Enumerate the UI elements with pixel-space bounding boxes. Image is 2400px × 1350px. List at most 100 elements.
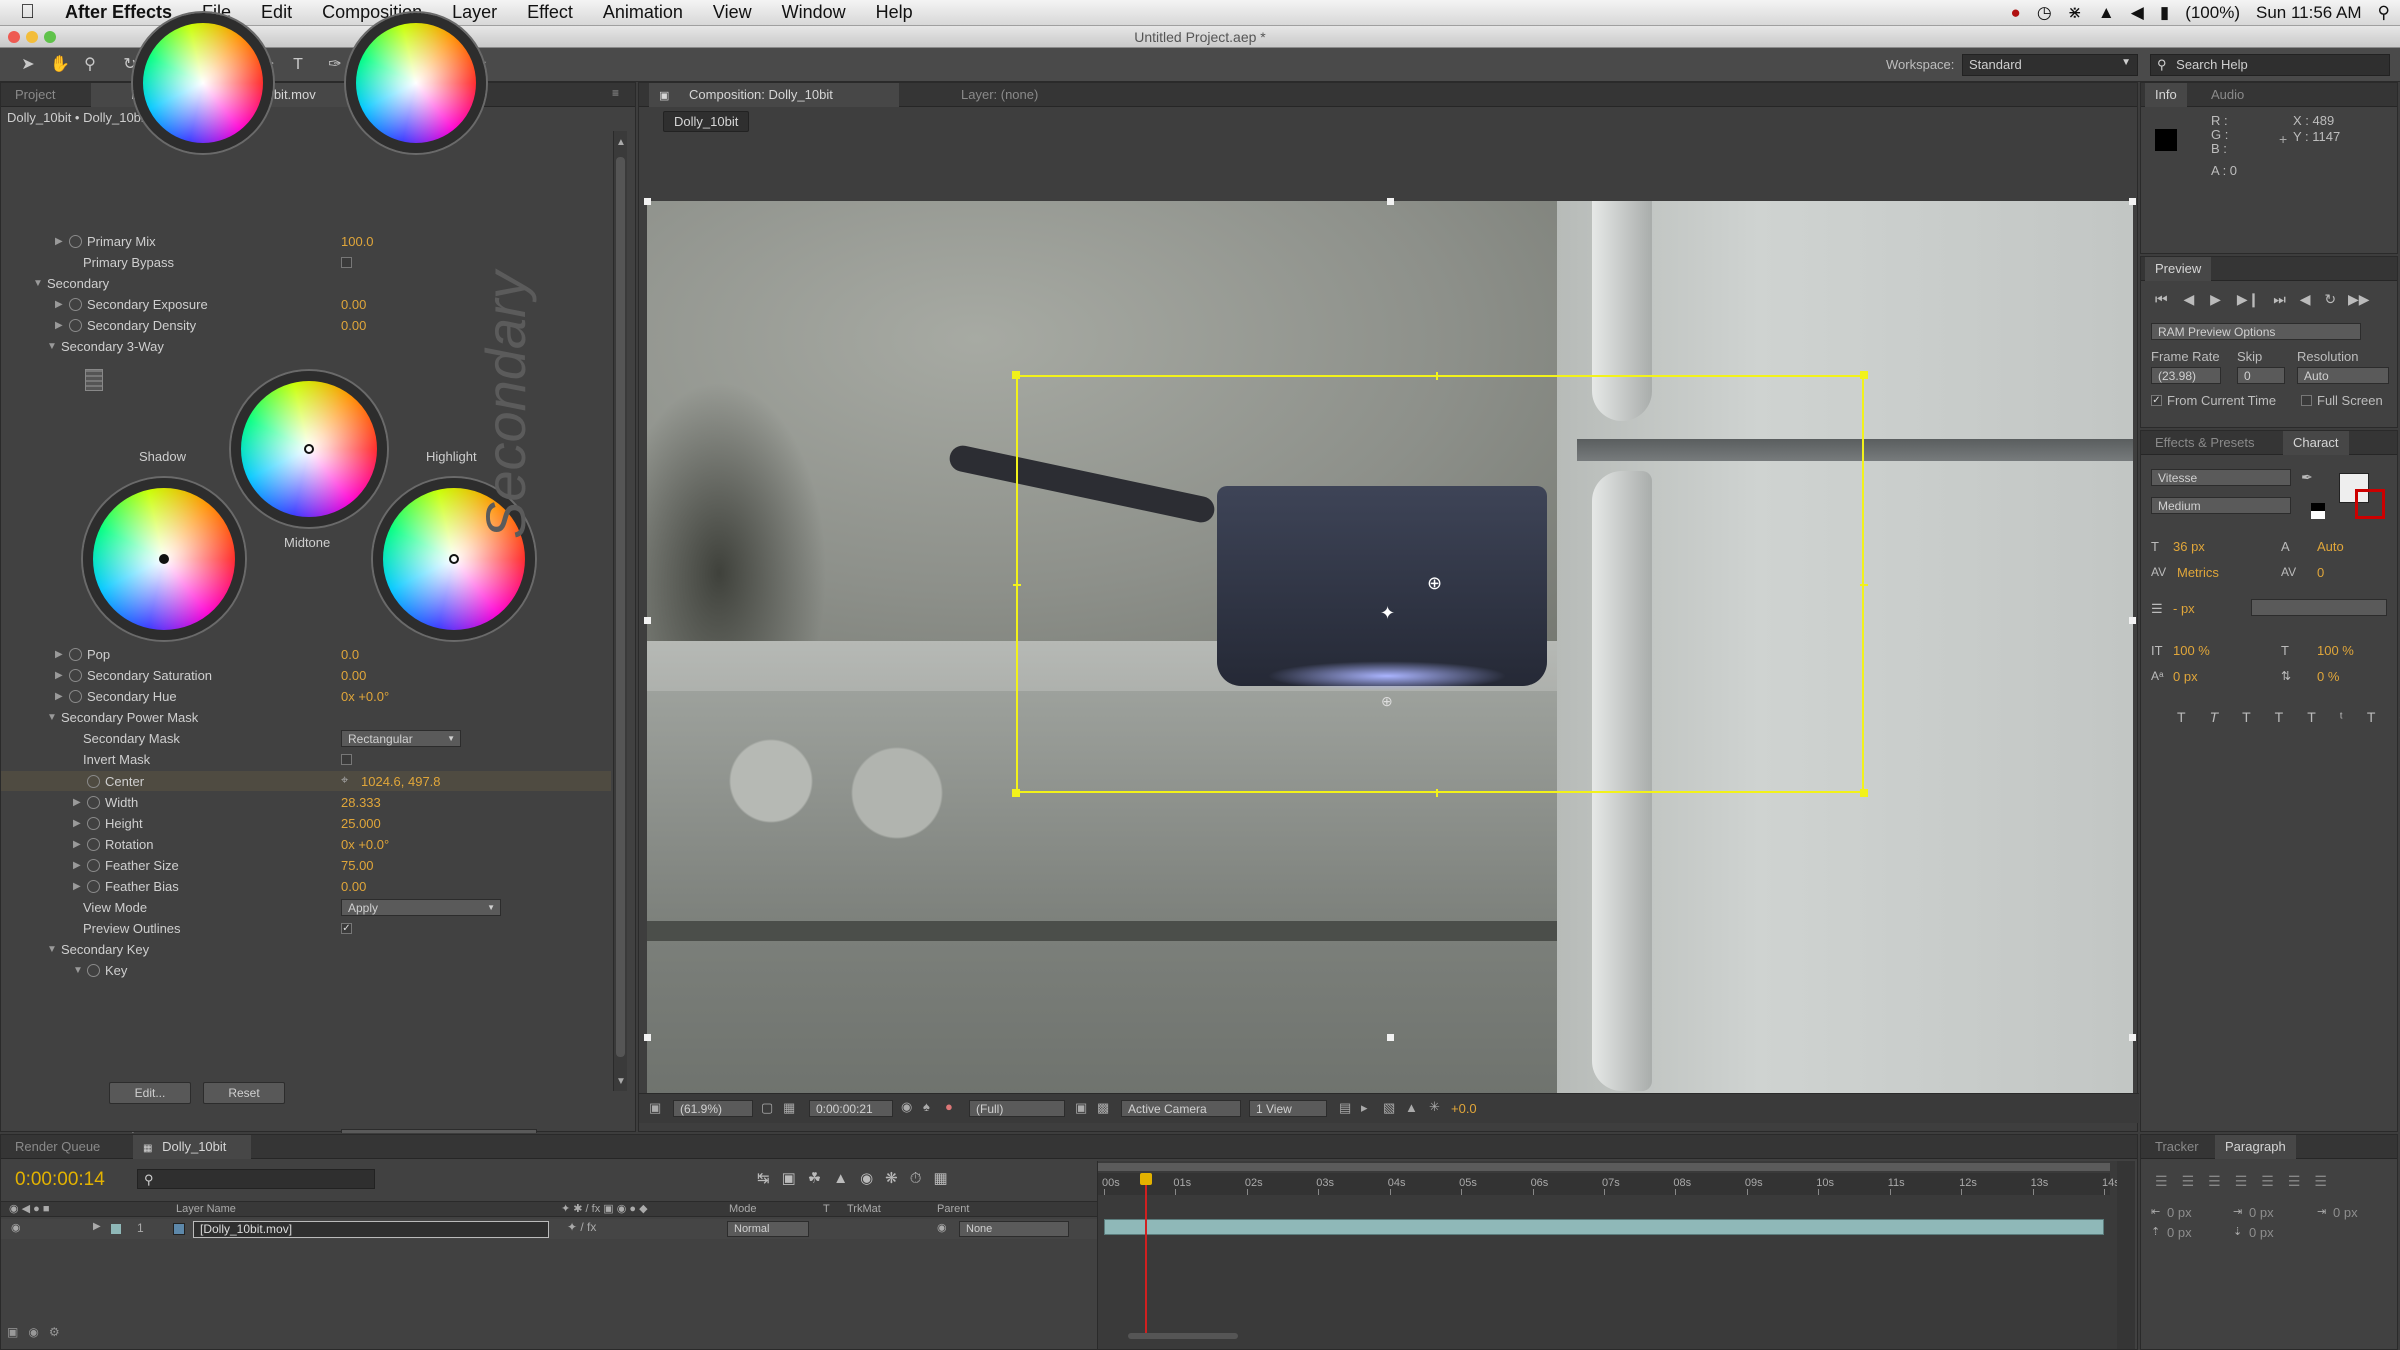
prev-frame-icon[interactable]: ◀ xyxy=(2184,291,2195,307)
layer-parent-dropdown[interactable]: None xyxy=(959,1221,1069,1237)
zoom-window-icon[interactable] xyxy=(44,31,56,43)
layer-handle-tl[interactable] xyxy=(644,198,651,205)
menu-window[interactable]: Window xyxy=(782,2,846,23)
bluetooth-icon[interactable]: ⋇ xyxy=(2068,3,2082,23)
secondary-exposure-expand-arrow[interactable]: ▶ xyxy=(55,299,63,310)
rotation-expand-arrow[interactable]: ▶ xyxy=(73,839,81,850)
zoom-tool-icon[interactable]: ⚲ xyxy=(80,55,100,75)
align-left-icon[interactable]: ☰ xyxy=(2155,1173,2182,1189)
width-expand-arrow[interactable]: ▶ xyxy=(73,797,81,808)
layer-name-field[interactable]: [Dolly_10bit.mov] xyxy=(193,1221,549,1238)
mask-center-crosshair-icon[interactable]: ⊕ xyxy=(1427,573,1442,594)
align-right-icon[interactable]: ☰ xyxy=(2208,1173,2235,1189)
motion-blur-icon[interactable]: ◉ xyxy=(860,1170,885,1187)
safe-margins-icon[interactable]: ▢ xyxy=(761,1100,773,1116)
layer-duration-bar[interactable] xyxy=(1104,1219,2104,1235)
secondary-mask-dropdown[interactable]: Rectangular ▼ xyxy=(341,730,461,747)
secondary-density-expand-arrow[interactable]: ▶ xyxy=(55,320,63,331)
mask-handle-mr[interactable] xyxy=(1860,584,1868,586)
small-caps-icon[interactable]: Tᵗ xyxy=(2307,709,2367,725)
tab-layer[interactable]: Layer: (none) xyxy=(951,83,1048,107)
status-app-icon[interactable]: ● xyxy=(2011,3,2021,23)
draft-3d-icon[interactable]: ▣ xyxy=(782,1170,808,1187)
transparency-grid-icon[interactable]: ▩ xyxy=(1097,1100,1109,1116)
layer-handle-tc[interactable] xyxy=(1387,198,1394,205)
stroke-width-value[interactable]: - px xyxy=(2173,601,2195,616)
layer-expand-icon[interactable]: ▶ xyxy=(93,1221,101,1232)
show-snapshot-icon[interactable]: ♠ xyxy=(923,1099,930,1114)
faux-italic-icon[interactable]: T xyxy=(2210,709,2243,725)
faux-bold-icon[interactable]: T xyxy=(2177,709,2210,725)
secondary-power-mask-expand-arrow[interactable]: ▼ xyxy=(47,712,57,723)
layer-handle-ml[interactable] xyxy=(644,617,651,624)
align-center-icon[interactable]: ☰ xyxy=(2182,1173,2209,1189)
view-mode-dropdown[interactable]: Apply ▼ xyxy=(341,899,501,916)
timeline-timecode[interactable]: 0:00:00:14 xyxy=(15,1169,105,1191)
menu-effect[interactable]: Effect xyxy=(527,2,573,23)
shadow-color-wheel[interactable] xyxy=(83,478,245,640)
tab-audio[interactable]: Audio xyxy=(2201,83,2254,107)
timeline-icon[interactable]: ▧ xyxy=(1383,1100,1395,1116)
loop-icon[interactable]: ↻ xyxy=(2324,291,2336,307)
font-size-value[interactable]: 36 px xyxy=(2173,539,2205,554)
tracking-value[interactable]: 0 xyxy=(2317,565,2324,580)
search-help-field[interactable]: ⚲ Search Help xyxy=(2150,54,2390,76)
close-window-icon[interactable] xyxy=(8,31,20,43)
flowchart-icon[interactable]: ▲ xyxy=(1405,1100,1418,1115)
pop-expand-arrow[interactable]: ▶ xyxy=(55,649,63,660)
tab-tracker[interactable]: Tracker xyxy=(2145,1135,2209,1159)
frame-blending-icon[interactable]: ▲ xyxy=(833,1170,860,1187)
highlight-wheel-pointer[interactable] xyxy=(449,554,459,564)
midtone-wheel-pointer[interactable] xyxy=(304,444,314,454)
pop-value[interactable]: 0.0 xyxy=(341,647,359,662)
feather-size-stopwatch-icon[interactable] xyxy=(87,859,100,872)
col-t[interactable]: T xyxy=(823,1203,830,1215)
key-reset-button[interactable]: Reset xyxy=(203,1082,285,1104)
time-machine-icon[interactable]: ◷ xyxy=(2037,3,2052,23)
width-value[interactable]: 28.333 xyxy=(341,795,381,810)
playhead-handle[interactable] xyxy=(1140,1173,1153,1185)
primary-mix-expand-arrow[interactable]: ▶ xyxy=(55,236,63,247)
space-after-value[interactable]: 0 px xyxy=(2249,1225,2274,1240)
horizontal-scale-value[interactable]: 100 % xyxy=(2317,643,2354,658)
menu-edit[interactable]: Edit xyxy=(261,2,292,23)
menu-layer[interactable]: Layer xyxy=(452,2,497,23)
justify-center-icon[interactable]: ☰ xyxy=(2261,1173,2288,1189)
full-screen-checkbox[interactable] xyxy=(2301,395,2312,406)
tab-paragraph[interactable]: Paragraph xyxy=(2215,1135,2296,1159)
mute-audio-icon[interactable]: ◀ xyxy=(2300,291,2311,307)
layer-handle-bl[interactable] xyxy=(644,1034,651,1041)
reset-exposure-icon[interactable]: ✳ xyxy=(1429,1099,1440,1115)
preview-resolution-dropdown[interactable]: Auto xyxy=(2297,367,2389,384)
leading-value[interactable]: Auto xyxy=(2317,539,2344,554)
menu-animation[interactable]: Animation xyxy=(603,2,683,23)
superscript-icon[interactable]: T¹ xyxy=(2367,709,2400,725)
justify-right-icon[interactable]: ☰ xyxy=(2288,1173,2315,1189)
selection-tool-icon[interactable]: ➤ xyxy=(18,55,38,75)
feather-bias-expand-arrow[interactable]: ▶ xyxy=(73,881,81,892)
palette-icon[interactable] xyxy=(85,369,103,391)
indent-left-value[interactable]: 0 px xyxy=(2167,1205,2192,1220)
feather-bias-stopwatch-icon[interactable] xyxy=(87,880,100,893)
shadow-wheel-pointer[interactable] xyxy=(159,554,169,564)
toggle-in-out-icon[interactable]: ⚙ xyxy=(49,1325,70,1339)
toggle-transfer-icon[interactable]: ◉ xyxy=(28,1325,48,1339)
current-time-field[interactable]: 0:00:00:21 xyxy=(809,1100,893,1117)
secondary-density-stopwatch-icon[interactable] xyxy=(69,319,82,332)
tab-character[interactable]: Charact xyxy=(2283,431,2349,455)
menu-view[interactable]: View xyxy=(713,2,752,23)
secondary-hue-expand-arrow[interactable]: ▶ xyxy=(55,691,63,702)
spotlight-icon[interactable]: ⚲ xyxy=(2378,3,2390,23)
key-mode-dropdown[interactable]: Key And Power Mask▼ xyxy=(341,1129,537,1133)
layer-handle-br[interactable] xyxy=(2129,1034,2136,1041)
volume-icon[interactable]: ◀ xyxy=(2131,3,2144,23)
fast-previews-icon[interactable]: ▸ xyxy=(1361,1100,1368,1116)
tab-timeline-comp[interactable]: ▦ Dolly_10bit xyxy=(133,1135,251,1159)
layer-label-color[interactable] xyxy=(111,1224,121,1234)
graph-editor-icon[interactable]: ▦ xyxy=(933,1170,959,1187)
col-trkmat[interactable]: TrkMat xyxy=(847,1203,881,1215)
work-area-bar[interactable] xyxy=(1098,1163,2110,1171)
feather-bias-value[interactable]: 0.00 xyxy=(341,879,366,894)
secondary-hue-stopwatch-icon[interactable] xyxy=(69,690,82,703)
secondary-saturation-value[interactable]: 0.00 xyxy=(341,668,366,683)
